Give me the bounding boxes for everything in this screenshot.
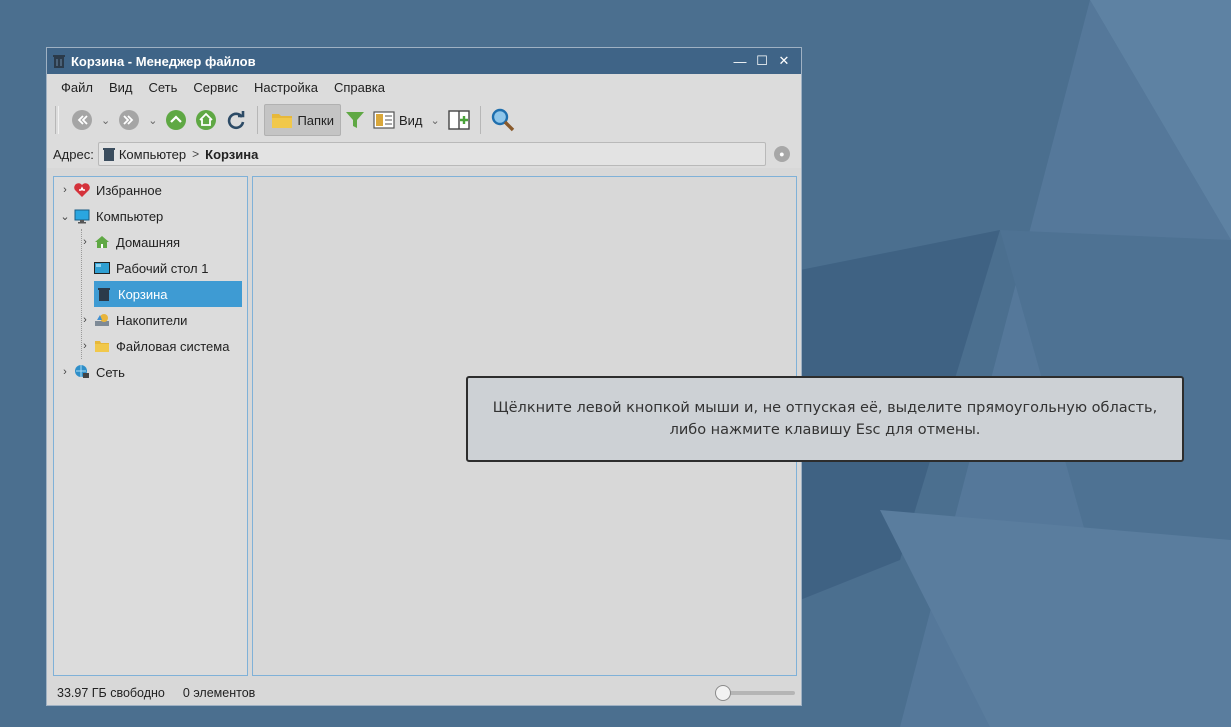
toolbar-grip[interactable] (55, 106, 59, 134)
address-go-icon[interactable]: ● (773, 146, 790, 162)
folder-icon (272, 114, 293, 128)
close-button[interactable]: ✕ (773, 53, 795, 69)
filter-icon (346, 112, 364, 128)
zoom-slider[interactable] (715, 685, 797, 701)
view-icon (373, 111, 395, 129)
minimize-button[interactable]: — (729, 54, 751, 69)
sidebar-item-drives[interactable]: › Накопители (78, 307, 187, 333)
status-bar: 33.97 ГБ свободно 0 элементов (47, 680, 811, 706)
view-mode-button[interactable]: Вид (369, 105, 427, 135)
free-space-text: 33.97 ГБ свободно (57, 686, 165, 700)
drives-icon (95, 314, 109, 326)
breadcrumb-trash[interactable]: Корзина (205, 147, 258, 162)
sidebar-item-label: Домашняя (116, 234, 181, 250)
search-icon (491, 108, 514, 132)
address-field[interactable]: Компьютер > Корзина (97, 142, 766, 166)
window-title: Корзина - Менеджер файлов (71, 53, 256, 69)
reload-button[interactable] (221, 105, 251, 135)
breadcrumb-computer[interactable]: Компьютер (119, 147, 186, 162)
toolbar: ⌄ ⌄ Папки Вид ⌄ (47, 100, 801, 140)
forward-icon (119, 110, 140, 130)
up-button[interactable] (161, 105, 191, 135)
screenshot-selection-hint: Щёлкните левой кнопкой мыши и, не отпуск… (466, 376, 1184, 462)
menu-view[interactable]: Вид (101, 80, 141, 95)
sidebar-item-home[interactable]: › Домашняя (78, 229, 180, 255)
sidebar-item-label: Избранное (96, 182, 162, 198)
folder-icon (95, 341, 109, 352)
forward-button[interactable] (114, 105, 144, 135)
sidebar-item-computer[interactable]: ⌄ Компьютер (58, 203, 163, 229)
view-label: Вид (399, 112, 423, 128)
search-button[interactable] (487, 105, 519, 135)
forward-history-chevron-icon[interactable]: ⌄ (144, 114, 161, 127)
split-view-button[interactable] (444, 105, 474, 135)
expand-chevron-icon[interactable]: › (78, 340, 92, 352)
maximize-button[interactable]: ☐ (751, 53, 773, 69)
home-icon (95, 236, 109, 248)
hint-line-2: либо нажмите клавишу Esc для отмены. (669, 422, 981, 438)
address-bar: Адрес: Компьютер > Корзина ● (47, 140, 801, 168)
trash-icon (98, 288, 110, 301)
sidebar-item-label: Сеть (96, 364, 125, 380)
view-dropdown-chevron-icon[interactable]: ⌄ (427, 114, 444, 127)
expand-chevron-icon[interactable]: › (58, 366, 72, 378)
home-button[interactable] (191, 105, 221, 135)
expand-chevron-icon[interactable]: › (78, 236, 92, 248)
hint-line-1: Щёлкните левой кнопкой мыши и, не отпуск… (492, 400, 1158, 416)
zoom-slider-handle[interactable] (715, 685, 731, 701)
sidebar-item-trash[interactable]: Корзина (94, 281, 242, 307)
trash-icon (53, 55, 65, 68)
collapse-chevron-icon[interactable]: ⌄ (58, 210, 72, 223)
folders-toggle-button[interactable]: Папки (264, 104, 341, 136)
menu-file[interactable]: Файл (53, 80, 101, 95)
expand-chevron-icon[interactable]: › (58, 184, 72, 196)
trash-icon (102, 148, 115, 161)
sidebar-item-favorites[interactable]: › Избранное (58, 177, 162, 203)
sidebar-tree[interactable]: › Избранное ⌄ Компьютер › Домашняя Рабоч… (53, 176, 248, 676)
titlebar[interactable]: Корзина - Менеджер файлов — ☐ ✕ (47, 48, 801, 74)
menubar: Файл Вид Сеть Сервис Настройка Справка (47, 74, 801, 100)
menu-help[interactable]: Справка (326, 80, 393, 95)
desktop-icon (94, 262, 110, 274)
expand-chevron-icon[interactable]: › (78, 314, 92, 326)
up-icon (166, 110, 187, 130)
sidebar-item-label: Компьютер (96, 208, 164, 224)
zoom-slider-track[interactable] (723, 691, 795, 695)
toolbar-separator (257, 106, 259, 134)
sidebar-item-label: Рабочий стол 1 (116, 260, 209, 276)
menu-network[interactable]: Сеть (141, 80, 186, 95)
sidebar-item-label: Файловая система (116, 338, 230, 354)
reload-icon (228, 111, 245, 130)
menu-settings[interactable]: Настройка (246, 80, 326, 95)
breadcrumb-separator-icon: > (192, 147, 200, 161)
address-label: Адрес: (53, 146, 94, 162)
item-count-text: 0 элементов (182, 686, 256, 700)
back-history-chevron-icon[interactable]: ⌄ (97, 114, 114, 127)
network-icon (75, 365, 89, 378)
favorites-heart-icon (74, 183, 90, 197)
sidebar-item-label: Корзина (118, 286, 168, 302)
folders-label: Папки (297, 112, 334, 128)
back-icon (72, 110, 92, 130)
sidebar-item-label: Накопители (116, 312, 188, 328)
toolbar-separator (479, 106, 481, 134)
menu-tools[interactable]: Сервис (185, 80, 246, 95)
computer-icon (74, 209, 90, 224)
sidebar-item-network[interactable]: › Сеть (58, 359, 125, 385)
filter-button[interactable] (341, 105, 369, 135)
sidebar-item-filesystem[interactable]: › Файловая система (78, 333, 229, 359)
home-icon (196, 110, 217, 130)
split-view-icon (448, 110, 470, 130)
sidebar-item-desktop[interactable]: Рабочий стол 1 (78, 255, 208, 281)
back-button[interactable] (67, 105, 97, 135)
